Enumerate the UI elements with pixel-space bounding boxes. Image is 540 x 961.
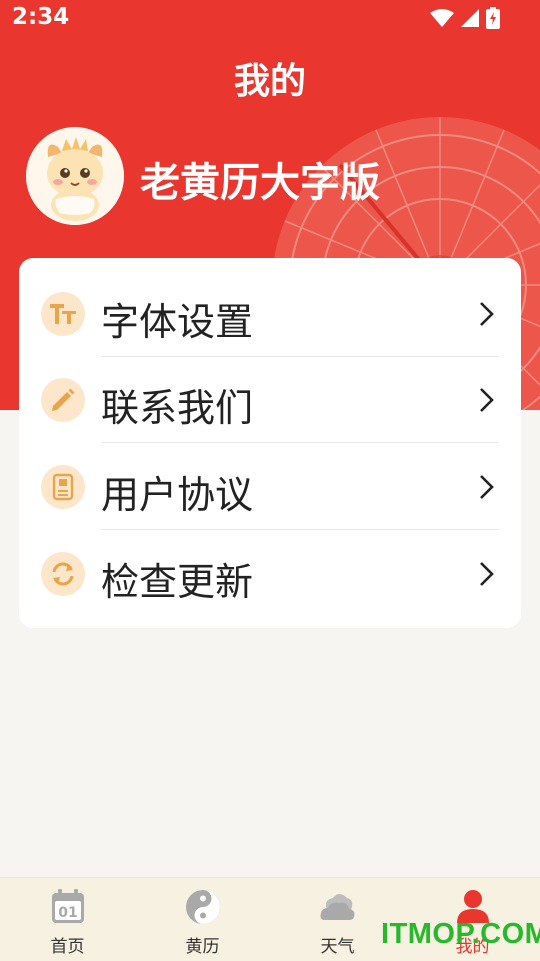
menu-item-label: 联系我们 xyxy=(101,386,254,430)
divider xyxy=(101,529,499,530)
watermark-text: ITMOP.COM xyxy=(381,918,540,950)
tab-label: 黄历 xyxy=(185,937,220,957)
chevron-right-icon xyxy=(480,475,494,499)
font-size-icon xyxy=(50,304,76,324)
battery-icon xyxy=(486,7,500,29)
pencil-icon xyxy=(52,388,75,411)
refresh-icon xyxy=(52,562,74,586)
dragon-mascot-icon xyxy=(26,127,124,225)
calendar-icon: 01 xyxy=(52,889,84,923)
status-bar: 2:34 xyxy=(0,0,540,38)
menu-item-check-update[interactable]: 检查更新 xyxy=(19,531,521,617)
chevron-right-icon xyxy=(480,388,494,412)
page-title: 我的 xyxy=(233,61,306,102)
chevron-right-icon xyxy=(480,562,494,586)
menu-item-contact-us[interactable]: 联系我们 xyxy=(19,357,521,443)
status-time: 2:34 xyxy=(12,4,70,30)
chevron-right-icon xyxy=(480,302,494,326)
svg-text:01: 01 xyxy=(58,905,77,921)
menu-card: 字体设置 联系我们 用户协议 检查更新 xyxy=(19,258,521,628)
document-icon xyxy=(52,473,74,501)
wifi-icon xyxy=(430,9,454,27)
yin-yang-icon xyxy=(186,890,220,924)
divider xyxy=(101,442,499,443)
cloud-icon xyxy=(320,894,355,920)
menu-item-label: 用户协议 xyxy=(101,473,254,517)
tab-almanac[interactable]: 黄历 xyxy=(135,878,270,961)
menu-item-label: 字体设置 xyxy=(101,300,254,344)
menu-item-font-settings[interactable]: 字体设置 xyxy=(19,271,521,357)
app-name: 老黄历大字版 xyxy=(140,160,380,206)
avatar[interactable] xyxy=(26,127,124,225)
tab-label: 首页 xyxy=(50,937,85,957)
menu-item-user-agreement[interactable]: 用户协议 xyxy=(19,444,521,530)
menu-item-label: 检查更新 xyxy=(101,560,254,604)
signal-icon xyxy=(461,9,479,27)
tab-home[interactable]: 01 首页 xyxy=(0,878,135,961)
